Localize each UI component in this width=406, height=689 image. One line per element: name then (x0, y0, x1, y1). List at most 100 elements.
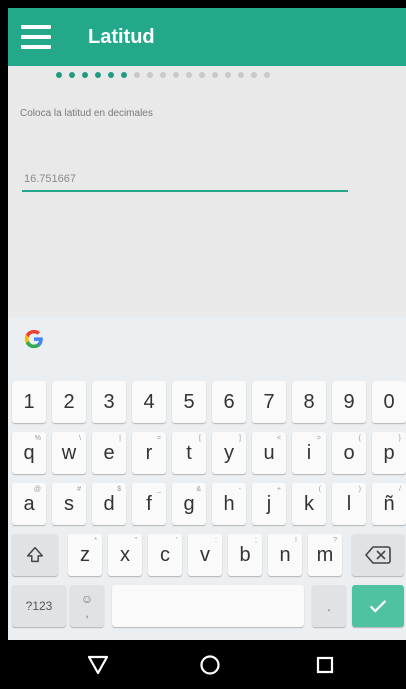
key-hint: & (196, 486, 201, 493)
key-label: 3 (103, 390, 115, 413)
back-triangle-icon[interactable] (86, 653, 110, 677)
key-t[interactable]: t[ (172, 432, 206, 474)
key-label: h (223, 492, 235, 515)
key-ñ[interactable]: ñ / (372, 483, 406, 525)
soft-keyboard: ?123 ☺ , . 1 2 3 4 5 6 7 8 9 0 q% w \ e | r = t[y] u < i > o{p… (8, 317, 406, 640)
checkmark-icon (369, 600, 387, 613)
key-label: u (263, 441, 275, 464)
key-hint: ? (333, 537, 337, 544)
key-k[interactable]: k( (292, 483, 326, 525)
home-circle-icon[interactable] (198, 653, 222, 677)
key-b[interactable]: b; (228, 534, 262, 576)
progress-dot (69, 72, 75, 78)
key-y[interactable]: y] (212, 432, 246, 474)
key-7[interactable]: 7 (252, 381, 286, 423)
key-r[interactable]: r = (132, 432, 166, 474)
key-l[interactable]: l) (332, 483, 366, 525)
shift-key[interactable] (12, 534, 58, 576)
key-e[interactable]: e | (92, 432, 126, 474)
key-hint: = (156, 435, 161, 442)
instruction-label: Coloca la latitud en decimales (20, 108, 153, 119)
page-title: Latitud (88, 25, 155, 48)
key-v[interactable]: v: (188, 534, 222, 576)
key-8[interactable]: 8 (292, 381, 326, 423)
hamburger-menu-icon[interactable] (8, 8, 64, 66)
key-0[interactable]: 0 (372, 381, 406, 423)
key-label: x (120, 543, 130, 566)
key-hint: } (398, 435, 401, 442)
key-hint: % (34, 435, 41, 442)
key-label: n (279, 543, 291, 566)
key-label: l (346, 492, 352, 515)
space-key[interactable] (112, 585, 304, 627)
key-g[interactable]: g & (172, 483, 206, 525)
enter-key[interactable] (352, 585, 404, 627)
key-hint: > (316, 435, 321, 442)
symbols-key[interactable]: ?123 (12, 585, 66, 627)
key-2[interactable]: 2 (52, 381, 86, 423)
key-f[interactable]: f _ (132, 483, 166, 525)
emoji-hint: ☺ (80, 592, 94, 606)
progress-dot (199, 72, 205, 78)
key-hint: ; (255, 537, 257, 544)
recents-square-icon[interactable] (313, 653, 337, 677)
key-o[interactable]: o{ (332, 432, 366, 474)
key-m[interactable]: m? (308, 534, 342, 576)
key-4[interactable]: 4 (132, 381, 166, 423)
key-label: i (306, 441, 312, 464)
key-label: o (343, 441, 355, 464)
key-u[interactable]: u < (252, 432, 286, 474)
key-s[interactable]: s # (52, 483, 86, 525)
key-label: e (103, 441, 115, 464)
key-a[interactable]: a @ (12, 483, 46, 525)
key-hint: @ (33, 486, 41, 493)
key-5[interactable]: 5 (172, 381, 206, 423)
key-hint: " (134, 537, 138, 544)
key-3[interactable]: 3 (92, 381, 126, 423)
shift-arrow-icon (26, 546, 44, 563)
key-q[interactable]: q% (12, 432, 46, 474)
key-label: 4 (143, 390, 155, 413)
key-9[interactable]: 9 (332, 381, 366, 423)
key-1[interactable]: 1 (12, 381, 46, 423)
key-p[interactable]: p} (372, 432, 406, 474)
progress-dot (212, 72, 218, 78)
key-z[interactable]: z * (68, 534, 102, 576)
key-6[interactable]: 6 (212, 381, 246, 423)
key-label: c (160, 543, 170, 566)
key-n[interactable]: n! (268, 534, 302, 576)
key-label: w (61, 441, 77, 464)
key-i[interactable]: i > (292, 432, 326, 474)
key-x[interactable]: x " (108, 534, 142, 576)
key-label: 1 (23, 390, 35, 413)
key-j[interactable]: j + (252, 483, 286, 525)
system-nav-bar (8, 640, 406, 689)
latitude-input[interactable] (22, 168, 348, 192)
google-g-icon[interactable] (22, 327, 46, 351)
progress-dot (56, 72, 62, 78)
progress-dot (108, 72, 114, 78)
key-label: f (146, 492, 152, 515)
key-hint: _ (157, 486, 161, 493)
key-hint: : (215, 537, 217, 544)
key-label: y (224, 441, 234, 464)
key-hint: ' (175, 537, 177, 544)
app-bar: Latitud (8, 8, 406, 66)
emoji-comma-key[interactable]: ☺ , (70, 585, 104, 627)
key-hint: ) (358, 486, 361, 493)
key-h[interactable]: h- (212, 483, 246, 525)
backspace-icon (365, 546, 391, 564)
period-key[interactable]: . (312, 585, 346, 627)
progress-dot (251, 72, 257, 78)
progress-dot (134, 72, 140, 78)
key-d[interactable]: d $ (92, 483, 126, 525)
key-label: 7 (263, 390, 275, 413)
key-w[interactable]: w \ (52, 432, 86, 474)
key-label: b (239, 543, 251, 566)
key-hint: $ (117, 486, 121, 493)
backspace-key[interactable] (352, 534, 404, 576)
key-c[interactable]: c ' (148, 534, 182, 576)
progress-dot (173, 72, 179, 78)
key-label: 5 (183, 390, 195, 413)
key-label: s (64, 492, 74, 515)
